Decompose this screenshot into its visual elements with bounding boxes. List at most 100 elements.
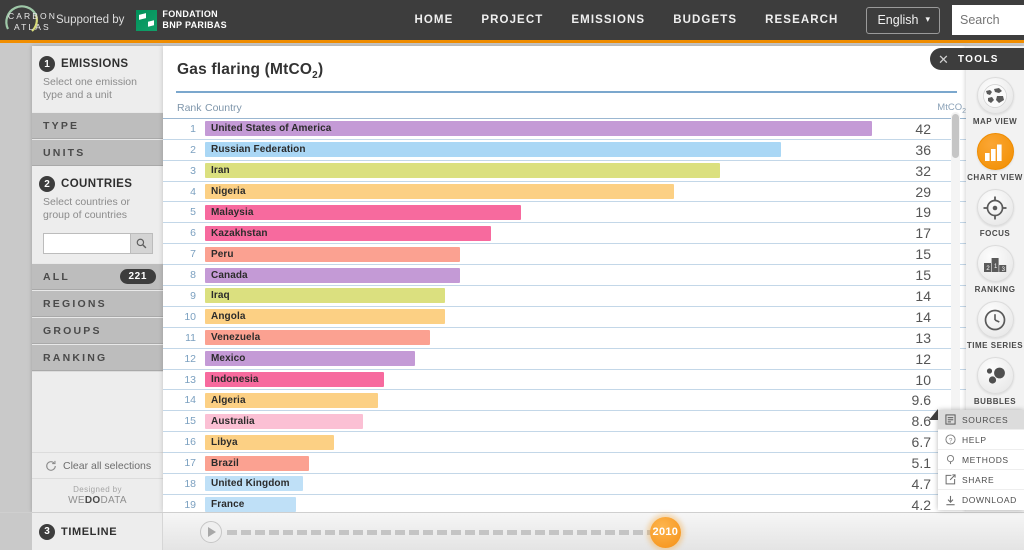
globe-icon: [983, 83, 1007, 108]
carbon-atlas-logo[interactable]: CARBON ATLAS: [0, 0, 55, 42]
table-row[interactable]: 17 Brazil 5.1: [163, 452, 966, 475]
table-row[interactable]: 19 France 4.2: [163, 494, 966, 512]
tools-panel-tab: ✕ TOOLS: [930, 48, 1024, 70]
selection-list-panel[interactable]: [32, 371, 163, 452]
tool-map-view-label: MAP VIEW: [972, 117, 1018, 126]
cell-value: 6.7: [872, 431, 940, 454]
document-icon: [945, 414, 956, 425]
close-icon[interactable]: ✕: [938, 53, 949, 66]
tool-ranking-circle: 2 1 3: [976, 245, 1014, 282]
table-row[interactable]: 2 Russian Federation 36: [163, 139, 966, 161]
column-header-rank[interactable]: Rank: [163, 102, 205, 119]
menu-item-help[interactable]: ? HELP: [938, 430, 1024, 450]
sidebar-item-all[interactable]: ALL 221: [32, 263, 163, 290]
language-selector[interactable]: English ▾: [866, 6, 940, 34]
menu-item-sources-label: SOURCES: [962, 414, 1009, 425]
timeline-slider-track[interactable]: 2010: [227, 516, 1016, 548]
table-row[interactable]: 6 Kazakhstan 17: [163, 222, 966, 245]
cell-country: France: [211, 499, 245, 511]
play-button[interactable]: [200, 520, 222, 543]
cell-bar: Russian Federation: [205, 139, 872, 161]
tool-time-series[interactable]: TIME SERIES: [966, 301, 1024, 350]
bar: United Kingdom: [205, 476, 304, 492]
bar: Nigeria: [205, 184, 674, 199]
table-row[interactable]: 16 Libya 6.7: [163, 431, 966, 454]
table-row[interactable]: 13 Indonesia 10: [163, 369, 966, 391]
table-row[interactable]: 11 Venezuela 13: [163, 327, 966, 349]
cell-rank: 10: [163, 306, 205, 328]
nav-item-research[interactable]: RESEARCH: [751, 14, 852, 26]
cell-rank: 12: [163, 348, 205, 370]
cell-value: 32: [872, 160, 940, 182]
menu-item-sources[interactable]: SOURCES: [938, 410, 1024, 430]
table-row[interactable]: 10 Angola 14: [163, 306, 966, 328]
sidebar-item-units[interactable]: UNITS: [32, 139, 163, 166]
sidebar-item-groups[interactable]: GROUPS: [32, 317, 163, 344]
cell-rank: 8: [163, 264, 205, 287]
tool-map-view[interactable]: MAP VIEW: [966, 77, 1024, 126]
timeline-year-handle[interactable]: 2010: [649, 516, 681, 548]
sidebar-item-type[interactable]: TYPE: [32, 112, 163, 139]
nav-item-emissions[interactable]: EMISSIONS: [557, 14, 659, 26]
cell-value: 14: [872, 306, 940, 328]
timeline-body: 2010: [163, 513, 1024, 550]
country-search-button[interactable]: [130, 234, 152, 253]
designer-name-post: DATA: [100, 495, 127, 506]
tool-ranking[interactable]: 2 1 3 RANKING: [966, 245, 1024, 294]
table-row[interactable]: 9 Iraq 14: [163, 285, 966, 307]
bar: Canada: [205, 267, 461, 283]
tool-ranking-label: RANKING: [974, 285, 1016, 294]
search-box[interactable]: [952, 5, 1024, 35]
sidebar-item-ranking[interactable]: RANKING: [32, 344, 163, 371]
table-row[interactable]: 7 Peru 15: [163, 243, 966, 266]
table-header: Rank Country MtCO2: [163, 102, 966, 119]
search-input[interactable]: [960, 13, 1016, 27]
nav-item-home[interactable]: HOME: [400, 14, 467, 26]
table-row[interactable]: 3 Iran 32: [163, 160, 966, 182]
sponsor-line-2: BNP PARIBAS: [162, 20, 227, 30]
menu-item-methods[interactable]: METHODS: [938, 450, 1024, 470]
bar: United States of America: [205, 121, 872, 137]
bar: Mexico: [205, 351, 415, 367]
section-subtitle-emissions: Select one emission type and a unit: [43, 76, 137, 101]
nav-item-project[interactable]: PROJECT: [467, 14, 557, 26]
table-row[interactable]: 8 Canada 15: [163, 264, 966, 287]
cell-rank: 5: [163, 201, 205, 224]
cell-bar: Angola: [205, 306, 872, 328]
menu-item-download[interactable]: DOWNLOAD: [938, 490, 1024, 510]
cell-bar: Mexico: [205, 348, 872, 370]
cell-country: Iran: [211, 165, 230, 177]
menu-item-methods-label: METHODS: [962, 454, 1009, 465]
column-header-country[interactable]: Country: [205, 102, 872, 119]
ranking-table: Rank Country MtCO2 1 United States of Ame…: [163, 102, 966, 512]
column-header-value-main: MtCO: [937, 102, 963, 113]
cell-rank: 17: [163, 452, 205, 475]
country-search[interactable]: [43, 233, 153, 254]
bulb-icon: [946, 455, 955, 465]
clear-all-selections-button[interactable]: Clear all selections: [32, 452, 163, 478]
cell-value: 36: [872, 139, 940, 161]
sponsor-logo[interactable]: FONDATION BNP PARIBAS: [136, 9, 227, 31]
country-search-input[interactable]: [44, 234, 130, 253]
tool-chart-view[interactable]: CHART VIEW: [966, 133, 1024, 182]
bubbles-icon: [986, 367, 1005, 384]
table-row[interactable]: 15 Australia 8.6: [163, 410, 966, 433]
tool-bubbles[interactable]: BUBBLES: [966, 357, 1024, 406]
tool-focus[interactable]: FOCUS: [966, 189, 1024, 238]
sponsor-name: FONDATION BNP PARIBAS: [162, 9, 226, 31]
bar: Algeria: [205, 392, 379, 408]
nav-item-budgets[interactable]: BUDGETS: [659, 14, 751, 26]
table-row[interactable]: 1 United States of America 42: [163, 118, 966, 140]
table-row[interactable]: 18 United Kingdom 4.7: [163, 473, 966, 495]
table-row[interactable]: 12 Mexico 12: [163, 348, 966, 370]
sidebar-item-regions-label: REGIONS: [43, 297, 107, 310]
table-row[interactable]: 4 Nigeria 29: [163, 181, 966, 203]
tool-bubbles-label: BUBBLES: [973, 397, 1017, 406]
menu-item-share[interactable]: SHARE: [938, 470, 1024, 490]
table-row[interactable]: 14 Algeria 9.6: [163, 389, 966, 412]
title-divider: [176, 91, 957, 94]
cell-country: United States of America: [211, 123, 332, 135]
sidebar-item-regions[interactable]: REGIONS: [32, 290, 163, 317]
table-row[interactable]: 5 Malaysia 19: [163, 201, 966, 224]
scrollbar-thumb[interactable]: [952, 114, 959, 158]
